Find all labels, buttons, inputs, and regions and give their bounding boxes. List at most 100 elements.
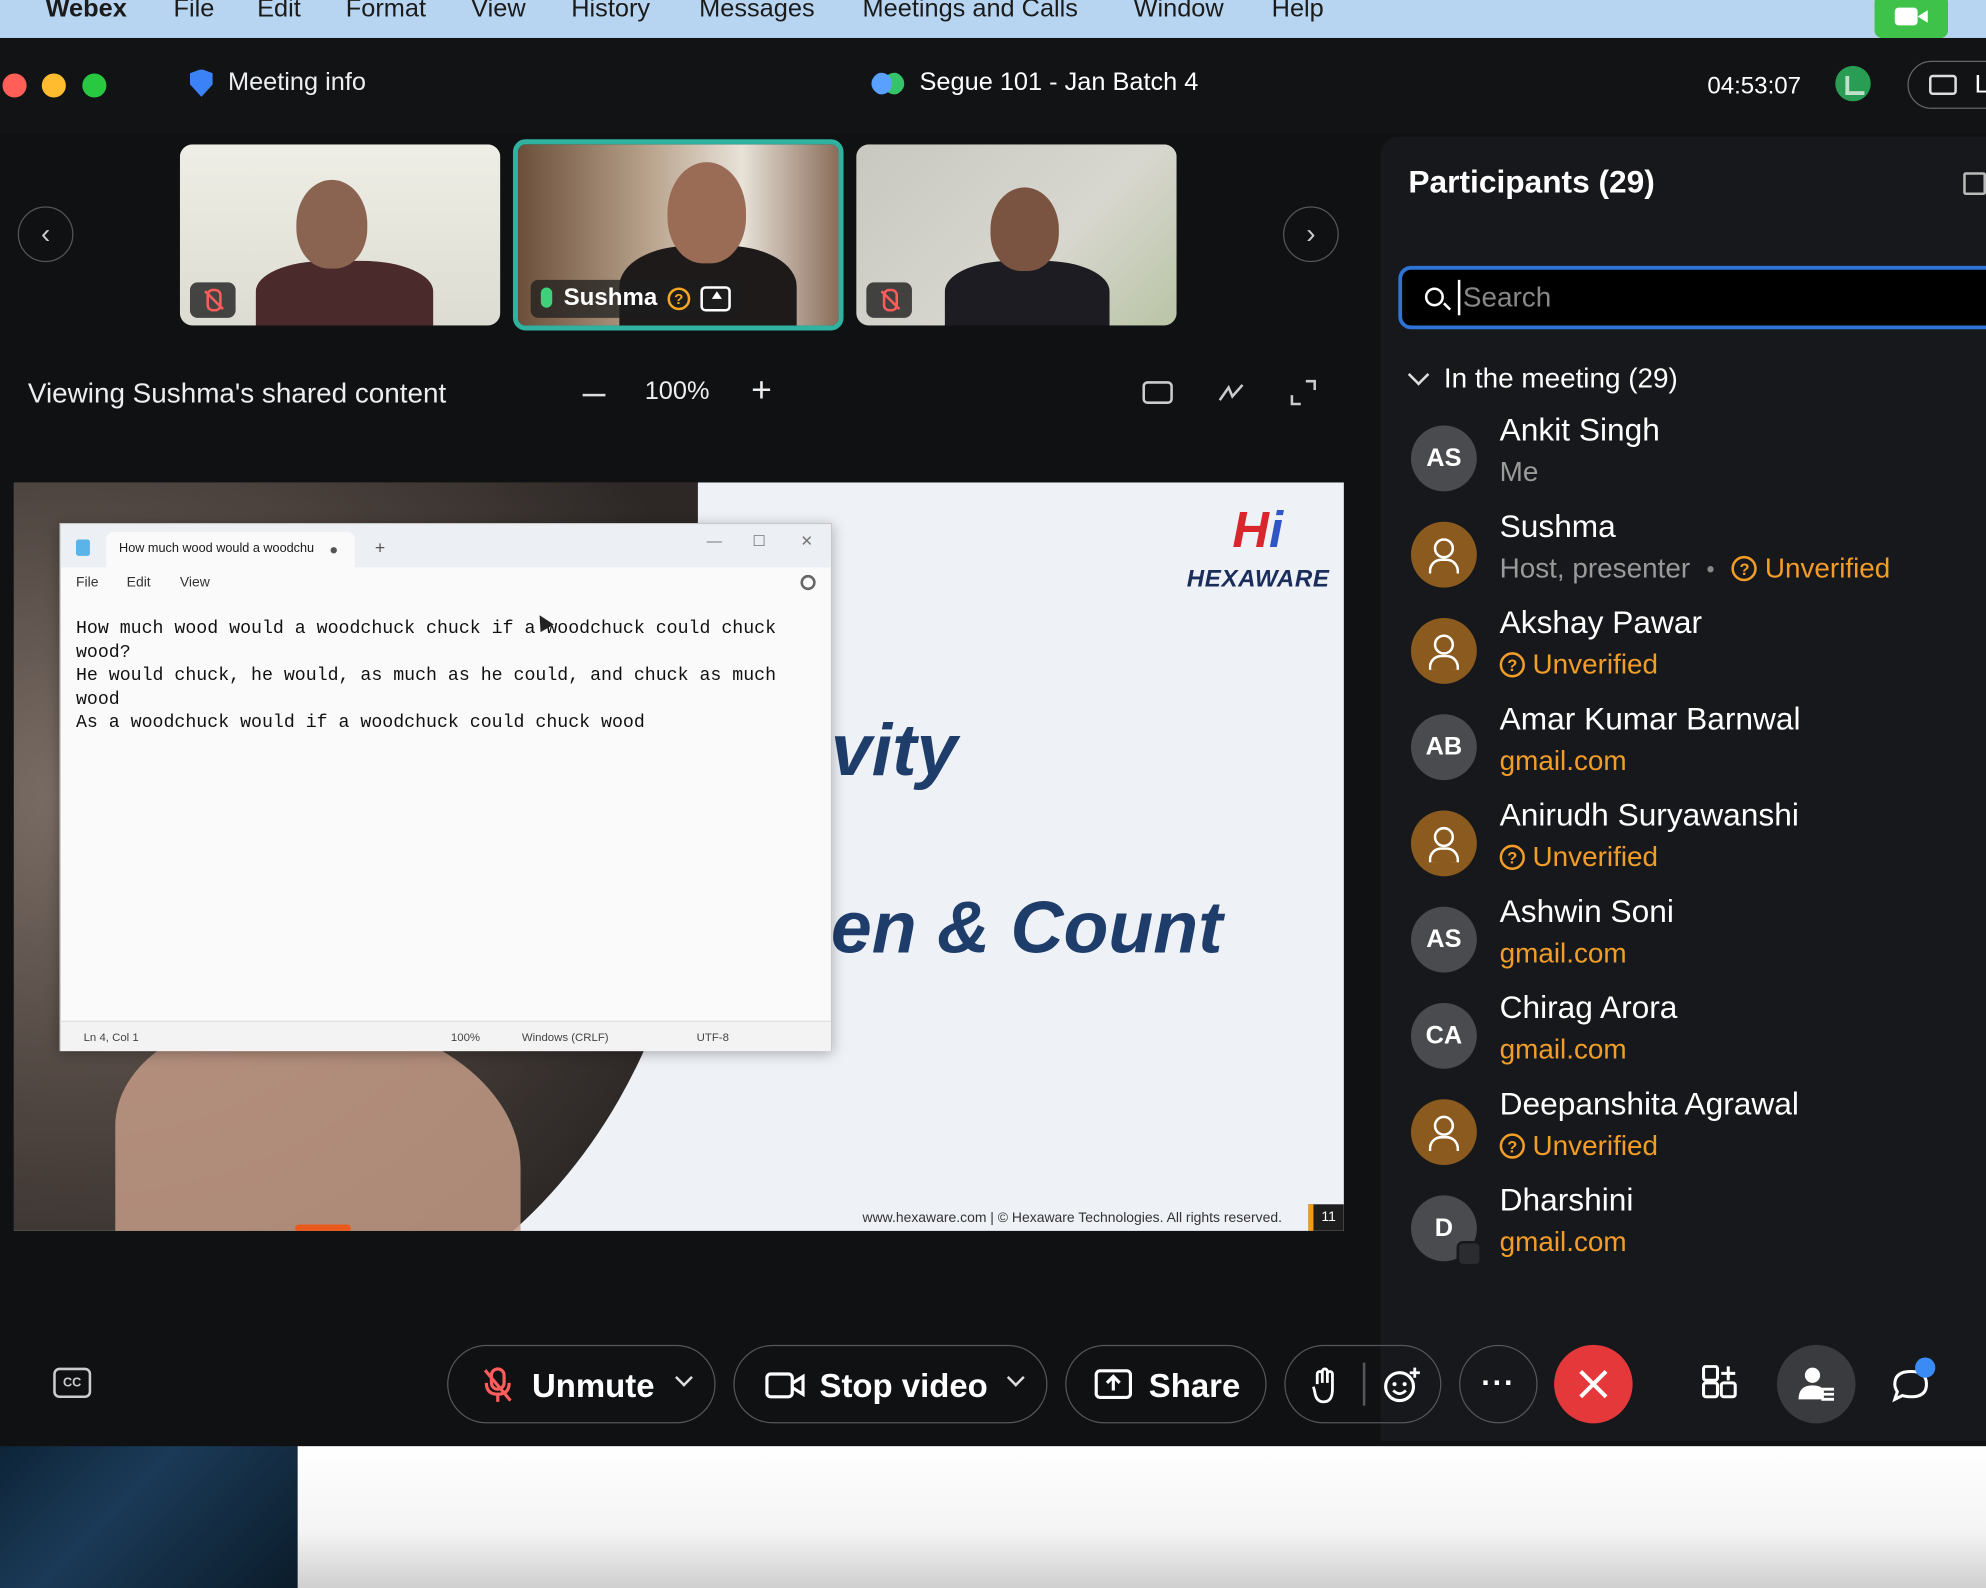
video-camera-icon	[765, 1372, 805, 1399]
unverified-label: Unverified	[1764, 552, 1891, 584]
reaction-emoji-icon[interactable]	[1382, 1365, 1423, 1406]
remote-control-icon[interactable]	[1142, 381, 1173, 404]
menu-help[interactable]: Help	[1272, 0, 1324, 24]
minimize-window-button[interactable]	[41, 73, 66, 98]
network-health-icon[interactable]	[1835, 65, 1871, 102]
leave-meeting-button[interactable]	[1554, 1344, 1633, 1424]
previous-videos-button[interactable]: ‹	[17, 206, 74, 263]
menu-history[interactable]: History	[571, 0, 650, 24]
participant-row[interactable]: Anirudh Suryawanshi ? Unverified	[1410, 798, 1986, 899]
active-speaker-name: Sushma	[563, 284, 658, 312]
avatar: AS	[1410, 425, 1477, 492]
participant-row[interactable]: AS Ashwin Soni gmail.com	[1410, 894, 1986, 996]
participant-row[interactable]: Sushma Host, presenter ? Unverified	[1410, 509, 1986, 611]
close-window-button[interactable]	[2, 73, 27, 98]
muted-mic-icon	[483, 1367, 512, 1402]
video-status-icon[interactable]	[1874, 0, 1948, 38]
annotate-icon[interactable]	[1216, 377, 1246, 407]
maximize-button[interactable]: ☐	[752, 532, 766, 550]
participant-name: Ashwin Soni	[1499, 894, 1674, 930]
reactions-group	[1284, 1344, 1442, 1424]
close-button[interactable]: ✕	[800, 532, 813, 550]
participant-row[interactable]: CA Chirag Arora gmail.com	[1410, 990, 1986, 1092]
menu-file[interactable]: File	[174, 0, 215, 24]
apps-grid-icon	[1702, 1365, 1737, 1399]
notepad-menu-file[interactable]: File	[76, 575, 98, 590]
participant-row[interactable]: Akshay Pawar ? Unverified	[1410, 605, 1986, 707]
search-input[interactable]	[1457, 279, 1986, 316]
more-options-button[interactable]: ···	[1459, 1344, 1538, 1424]
participants-title: Participants (29)	[1408, 164, 1655, 201]
menu-window[interactable]: Window	[1134, 0, 1224, 24]
zoom-window-button[interactable]	[82, 73, 107, 98]
menu-messages[interactable]: Messages	[699, 0, 814, 24]
zoom-in-button[interactable]: +	[751, 370, 772, 411]
mic-on-icon	[540, 287, 553, 308]
unread-badge	[1915, 1357, 1936, 1378]
sharing-icon	[700, 286, 731, 312]
notepad-menu-view[interactable]: View	[180, 575, 210, 590]
in-meeting-section-toggle[interactable]: In the meeting (29)	[1407, 362, 1678, 395]
shield-icon	[189, 69, 213, 97]
notepad-text-area[interactable]: How much wood would a woodchuck chuck if…	[76, 618, 831, 736]
menu-meetings-and-calls[interactable]: Meetings and Calls	[863, 0, 1078, 24]
raise-hand-icon[interactable]	[1311, 1366, 1339, 1404]
avatar: CA	[1410, 1002, 1477, 1069]
desktop-wallpaper	[0, 1446, 298, 1588]
menu-view[interactable]: View	[471, 0, 525, 24]
avatar: AB	[1410, 714, 1477, 781]
status-line-endings: Windows (CRLF)	[521, 1030, 609, 1044]
chat-button[interactable]	[1872, 1345, 1951, 1424]
participant-row[interactable]: Deepanshita Agrawal ? Unverified	[1410, 1087, 1986, 1188]
gear-icon[interactable]	[800, 574, 816, 591]
notepad-menu-edit[interactable]: Edit	[127, 575, 151, 590]
muted-mic-icon	[866, 282, 912, 318]
unsaved-dot-icon	[330, 547, 337, 554]
next-videos-button[interactable]: ›	[1283, 206, 1339, 263]
notepad-window[interactable]: How much wood would a woodchu + — ☐ ✕ Fi…	[59, 523, 833, 1052]
layout-icon	[1929, 74, 1957, 95]
meeting-controls-bar: CC Unmute Stop video Share ···	[0, 1330, 1986, 1444]
video-tile-participant-1[interactable]	[179, 144, 501, 326]
share-button[interactable]: Share	[1065, 1344, 1267, 1424]
meeting-title: Segue 101 - Jan Batch 4	[871, 68, 1198, 97]
video-tile-sushma[interactable]: Sushma ?	[512, 139, 844, 331]
fullscreen-icon[interactable]	[1288, 377, 1318, 407]
participant-search[interactable]	[1398, 265, 1986, 330]
guest-avatar-icon	[1410, 810, 1477, 877]
participants-button[interactable]	[1777, 1344, 1856, 1424]
zoom-out-button[interactable]	[582, 393, 606, 397]
meeting-info-button[interactable]: Meeting info	[189, 68, 366, 97]
participant-row[interactable]: D Dharshini gmail.com	[1410, 1183, 1986, 1284]
participant-subtitle: gmail.com	[1499, 937, 1627, 969]
participant-name: Akshay Pawar	[1499, 605, 1703, 641]
notepad-tab[interactable]: How much wood would a woodchu	[106, 531, 355, 568]
closed-captions-button[interactable]: CC	[53, 1367, 92, 1399]
webex-logo-icon	[871, 70, 905, 96]
minimize-button[interactable]: —	[707, 532, 722, 550]
search-icon	[1424, 287, 1444, 307]
more-icon: ···	[1481, 1366, 1516, 1401]
unverified-icon: ?	[1731, 555, 1758, 582]
menu-edit[interactable]: Edit	[257, 0, 301, 24]
popout-icon[interactable]	[1963, 172, 1986, 196]
participant-name: Ankit Singh	[1499, 412, 1660, 449]
participant-row[interactable]: AB Amar Kumar Barnwal gmail.com	[1410, 702, 1986, 803]
shared-content-area[interactable]: vity en & Count Hi HEXAWARE www.hexaware…	[13, 482, 1344, 1231]
menu-app-webex[interactable]: Webex	[46, 0, 127, 24]
chevron-down-icon[interactable]	[674, 1368, 693, 1387]
unverified-icon: ?	[1499, 652, 1525, 678]
participant-name: Chirag Arora	[1499, 990, 1678, 1026]
new-tab-button[interactable]: +	[375, 537, 385, 557]
unmute-button[interactable]: Unmute	[447, 1344, 716, 1424]
stop-video-button[interactable]: Stop video	[733, 1344, 1048, 1424]
chevron-right-icon: ›	[1306, 217, 1316, 250]
status-encoding: UTF-8	[696, 1030, 729, 1044]
layout-button[interactable]: L	[1907, 60, 1986, 109]
video-tile-participant-3[interactable]	[856, 144, 1177, 326]
apps-button[interactable]	[1681, 1345, 1760, 1424]
menu-format[interactable]: Format	[346, 0, 426, 24]
stop-video-label: Stop video	[819, 1366, 988, 1405]
chevron-down-icon[interactable]	[1006, 1368, 1025, 1387]
participant-row[interactable]: AS Ankit Singh Me	[1410, 413, 1986, 514]
